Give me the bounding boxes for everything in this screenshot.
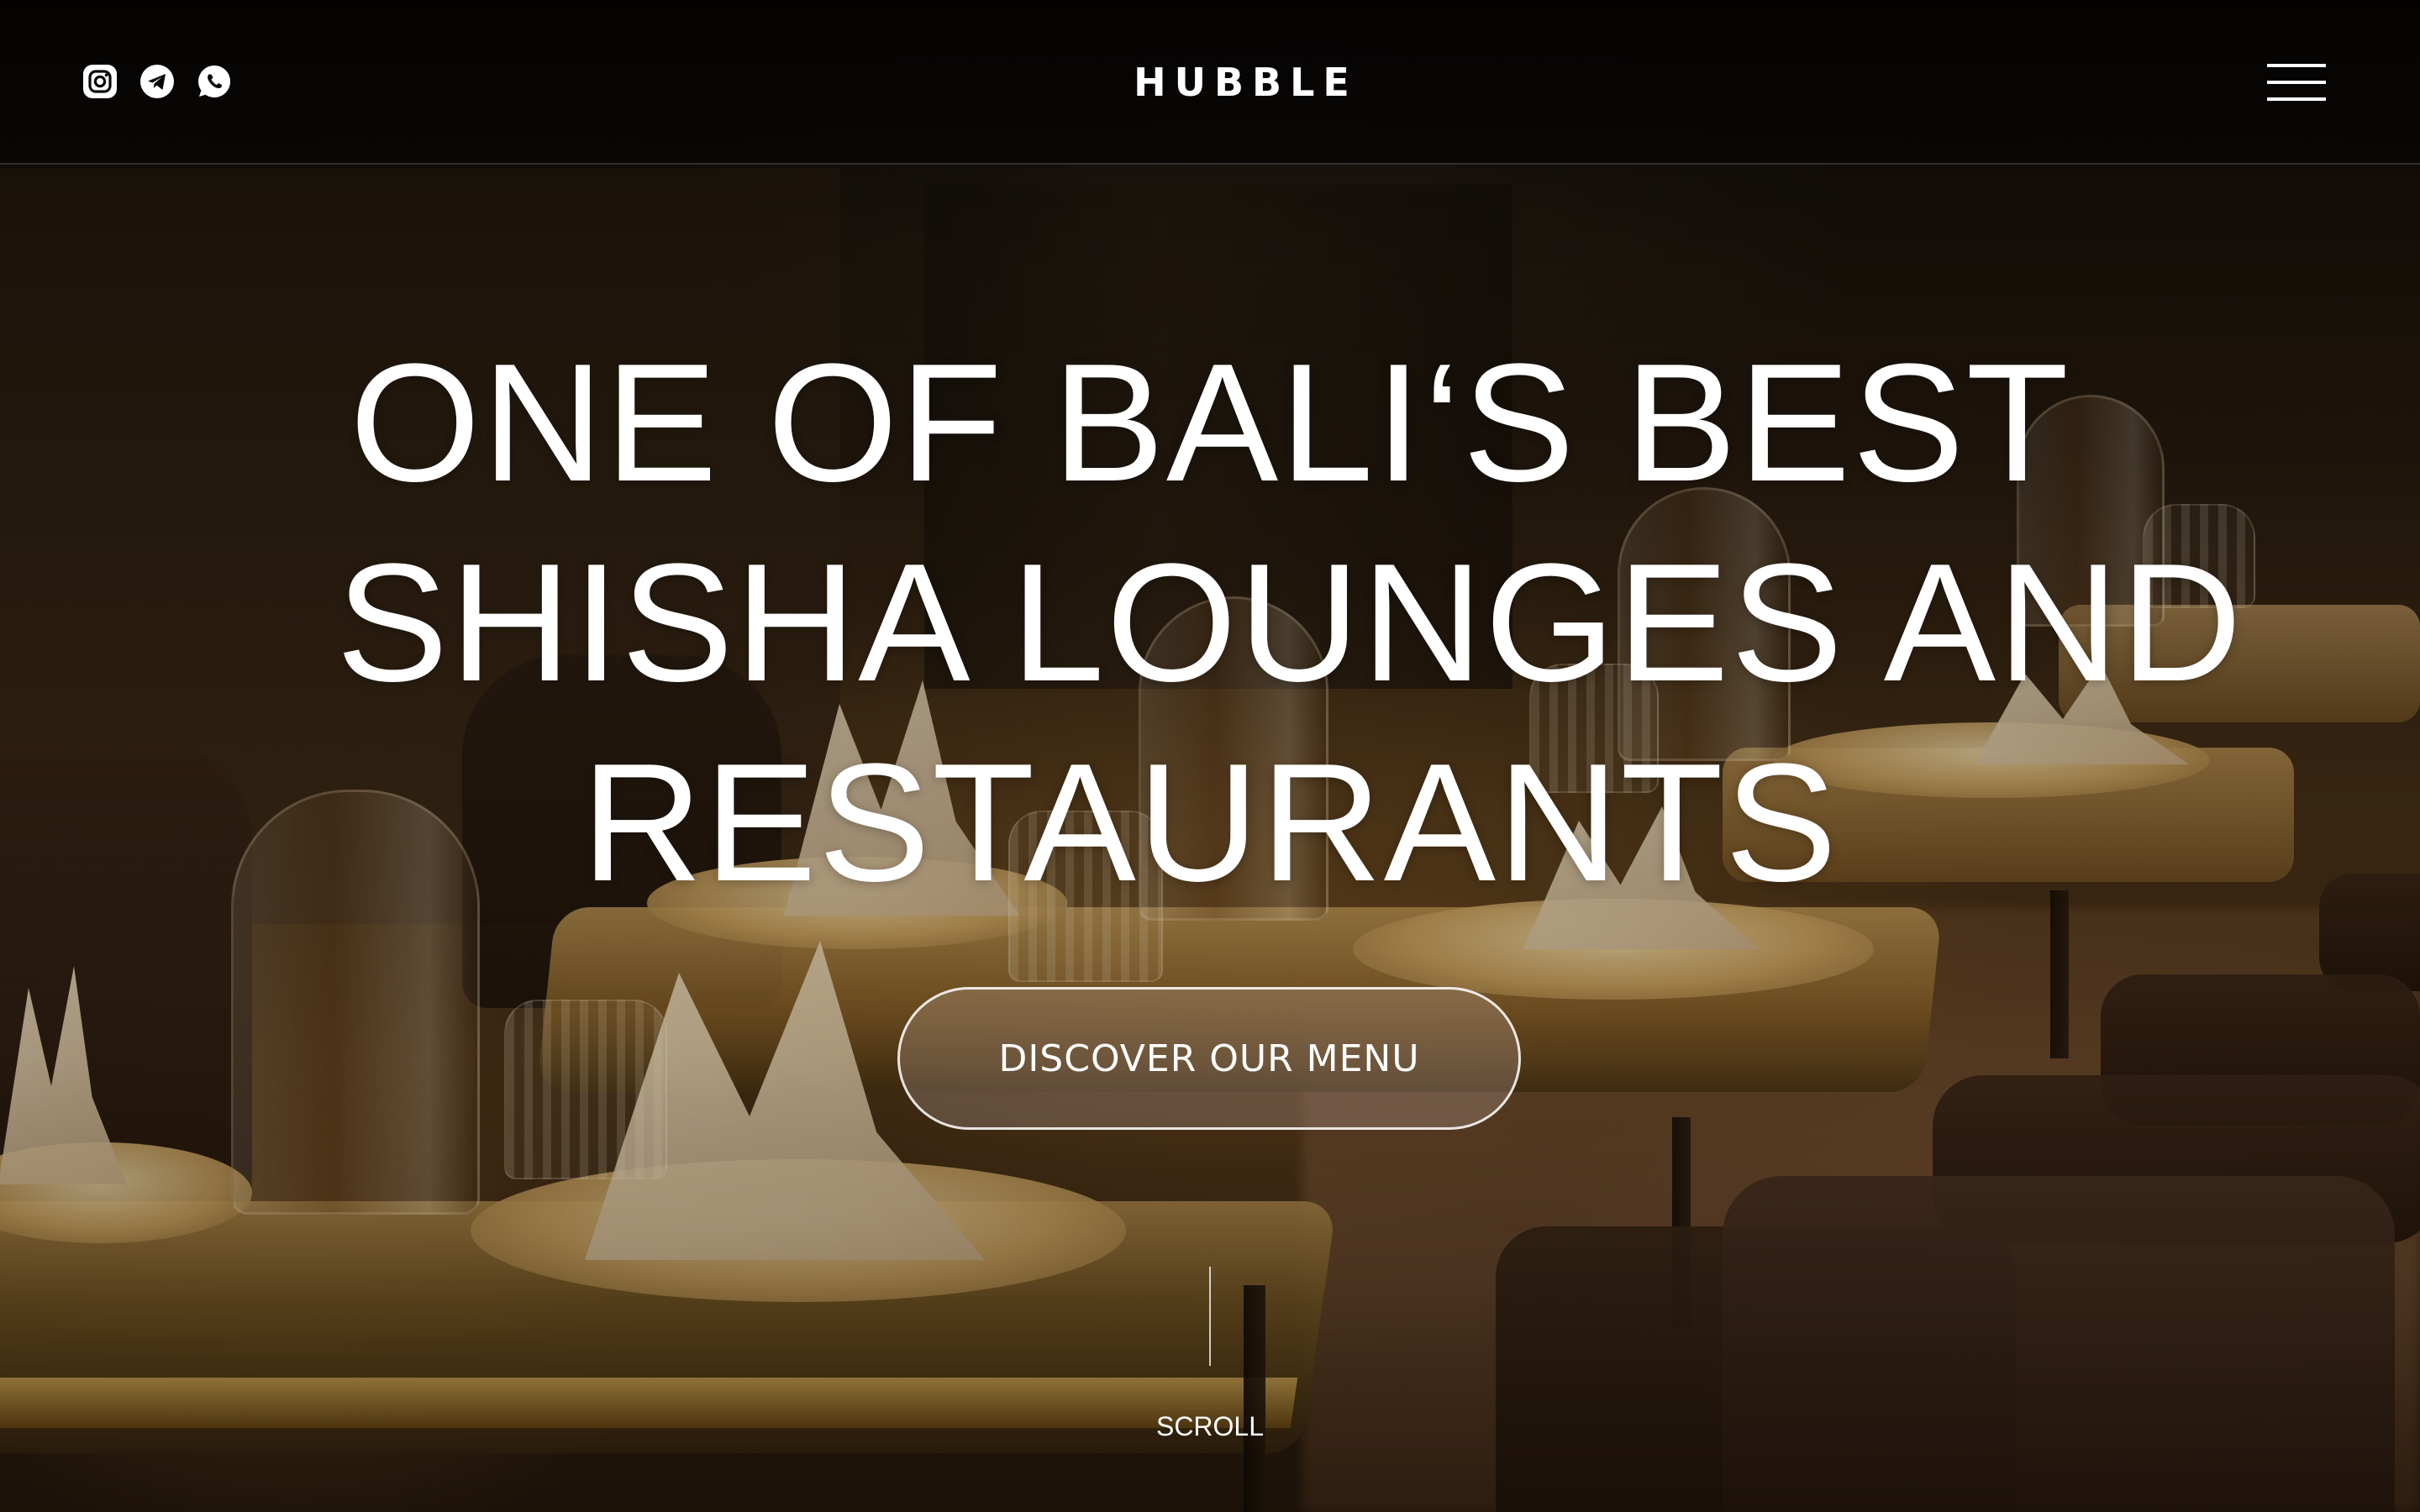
hero-headline-line: ONE OF BALI‘S BEST [350, 329, 2070, 517]
hero-headline: ONE OF BALI‘S BEST SHISHA LOUNGES AND RE… [336, 323, 2244, 923]
hero-headline-line: SHISHA LOUNGES AND [336, 529, 2244, 717]
telegram-icon [140, 65, 174, 98]
scroll-indicator-line [1209, 1267, 1211, 1366]
whatsapp-link[interactable] [197, 64, 232, 99]
scroll-label[interactable]: SCROLL [1126, 1411, 1294, 1442]
social-links [82, 64, 232, 99]
telegram-link[interactable] [139, 64, 175, 99]
menu-bar [2267, 81, 2326, 84]
site-logo[interactable]: HUBBLE [1130, 59, 1361, 106]
whatsapp-icon [198, 65, 231, 97]
menu-bar [2267, 64, 2326, 67]
hero-headline-line: RESTAURANTS [581, 729, 1839, 916]
menu-bar [2267, 97, 2326, 101]
instagram-icon [83, 65, 117, 98]
site-header: HUBBLE [0, 0, 2420, 165]
hamburger-menu-icon[interactable] [2267, 62, 2326, 102]
discover-menu-button[interactable]: DISCOVER OUR MENU [897, 987, 1521, 1130]
instagram-link[interactable] [82, 64, 118, 99]
page: HUBBLE ONE OF BALI‘S BEST SHISHA LOUNGES… [0, 0, 2420, 1512]
